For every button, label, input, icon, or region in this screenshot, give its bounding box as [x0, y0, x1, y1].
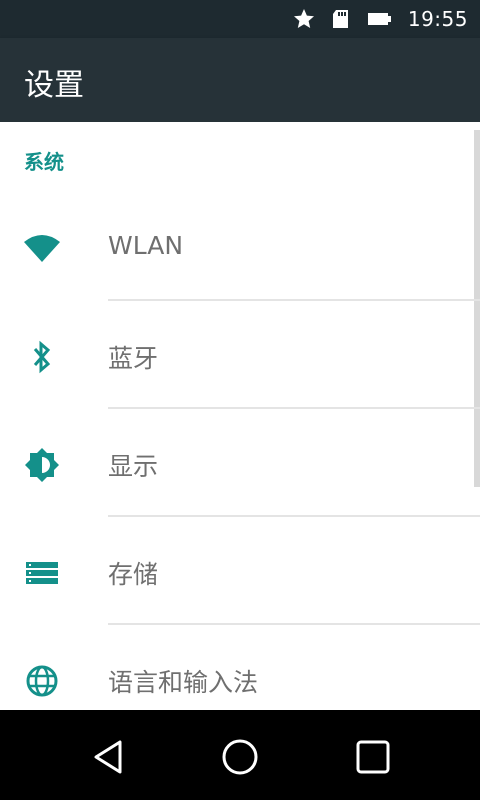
status-bar: 19:55	[0, 0, 480, 38]
bluetooth-icon	[22, 337, 62, 377]
storage-icon	[22, 553, 62, 593]
status-icons: 19:55	[292, 0, 468, 38]
battery-icon	[367, 13, 391, 25]
settings-item-wlan[interactable]: WLAN	[0, 193, 480, 301]
home-button[interactable]	[215, 732, 265, 782]
wifi-icon	[22, 229, 62, 269]
settings-item-label: 存储	[108, 560, 159, 589]
settings-item-label: 蓝牙	[108, 344, 159, 373]
recents-button[interactable]	[348, 732, 398, 782]
settings-item-language[interactable]: 语言和输入法	[0, 625, 480, 710]
home-icon	[222, 739, 258, 775]
settings-item-label: 语言和输入法	[108, 668, 259, 697]
back-button[interactable]	[83, 732, 133, 782]
settings-item-storage[interactable]: 存储	[0, 517, 480, 625]
navigation-bar	[0, 710, 480, 800]
section-header-system: 系统	[24, 150, 64, 174]
settings-item-display[interactable]: 显示	[0, 409, 480, 517]
settings-item-bluetooth[interactable]: 蓝牙	[0, 301, 480, 409]
settings-item-label: 显示	[108, 452, 159, 481]
settings-item-label: WLAN	[108, 231, 184, 260]
status-time: 19:55	[407, 7, 468, 31]
app-bar: 设置	[0, 38, 480, 122]
language-icon	[22, 661, 62, 701]
back-icon	[94, 740, 122, 774]
page-title: 设置	[24, 68, 84, 103]
settings-list[interactable]: 系统 WLAN 蓝牙 显示 存储 语言和输入法	[0, 122, 480, 710]
sd-card-icon	[332, 10, 348, 28]
star-icon	[293, 9, 314, 28]
brightness-icon	[22, 445, 62, 485]
recents-icon	[356, 740, 390, 774]
